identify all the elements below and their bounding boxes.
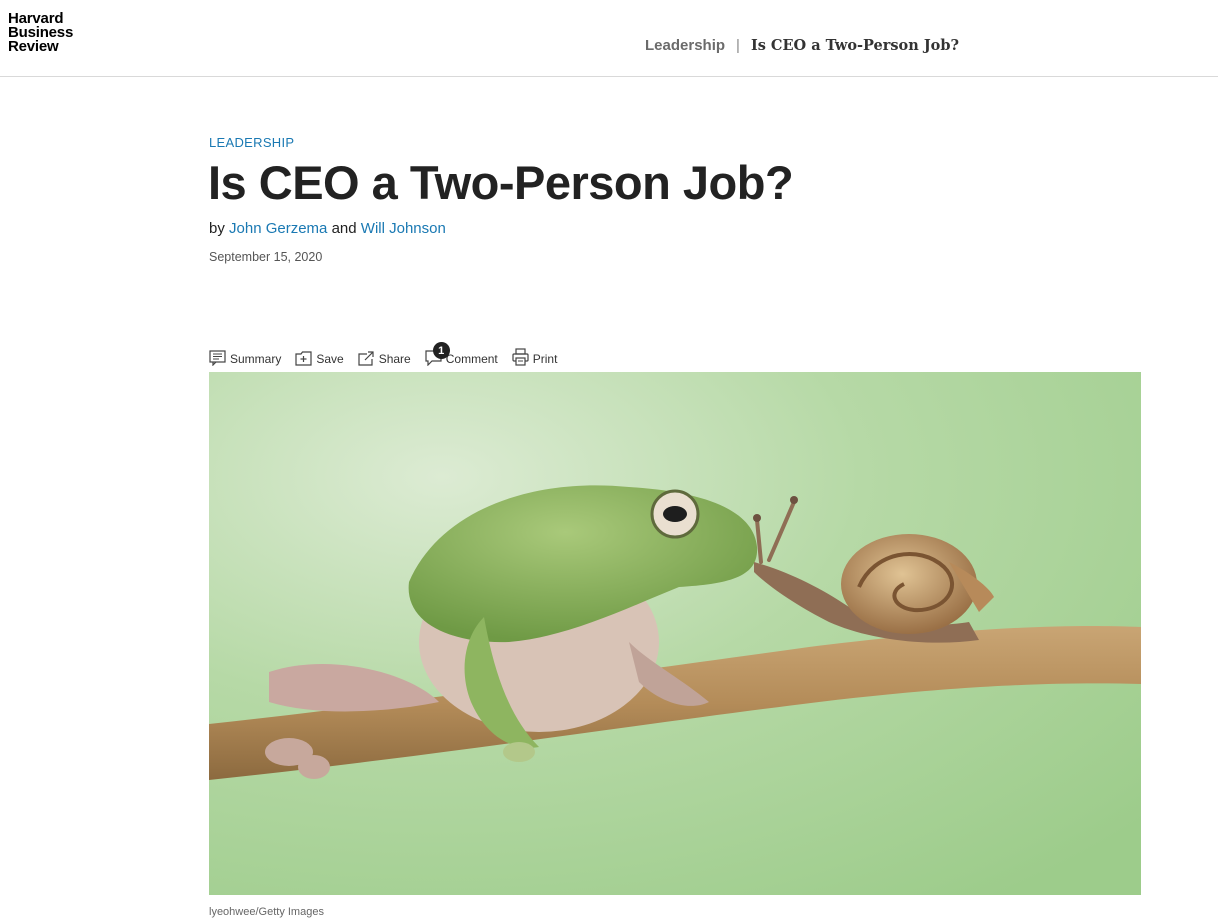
byline-joiner: and	[331, 220, 357, 237]
comment-count-badge: 1	[432, 342, 450, 359]
save-label: Save	[316, 352, 344, 366]
print-icon	[512, 348, 529, 366]
article-toolbar: Summary Save Share 1 Comment Print	[209, 340, 557, 366]
topic-link[interactable]: LEADERSHIP	[209, 135, 294, 150]
share-icon	[358, 351, 374, 366]
print-button[interactable]: Print	[512, 348, 558, 366]
logo-line-3: Review	[8, 38, 59, 55]
summary-icon	[209, 350, 226, 366]
article-title: Is CEO a Two-Person Job?	[208, 156, 794, 209]
breadcrumb-article-title: Is CEO a Two-Person Job?	[750, 37, 959, 54]
comment-button[interactable]: 1 Comment	[425, 342, 498, 366]
breadcrumb-separator: |	[736, 37, 740, 54]
hero-image	[209, 372, 1141, 895]
save-icon	[295, 351, 312, 366]
summary-label: Summary	[230, 352, 282, 366]
breadcrumb: Leadership | Is CEO a Two-Person Job?	[645, 37, 959, 54]
comment-label: Comment	[445, 352, 498, 366]
frog-and-snail-illustration	[209, 372, 1141, 895]
byline: by John Gerzema and Will Johnson	[209, 220, 446, 237]
site-header: Harvard Business Review Leadership | Is CE…	[0, 0, 1218, 77]
byline-prefix: by	[209, 220, 225, 237]
author-link-2[interactable]: Will Johnson	[361, 220, 446, 237]
print-label: Print	[532, 352, 558, 366]
summary-button[interactable]: Summary	[209, 350, 281, 366]
share-label: Share	[378, 352, 411, 366]
image-credit: lyeohwee/Getty Images	[209, 906, 324, 918]
author-link-1[interactable]: John Gerzema	[229, 220, 327, 237]
save-button[interactable]: Save	[295, 351, 344, 366]
share-button[interactable]: Share	[358, 351, 411, 366]
breadcrumb-section-link[interactable]: Leadership	[645, 37, 725, 54]
hbr-logo[interactable]: Harvard Business Review	[8, 11, 73, 55]
publish-date: September 15, 2020	[209, 250, 323, 264]
